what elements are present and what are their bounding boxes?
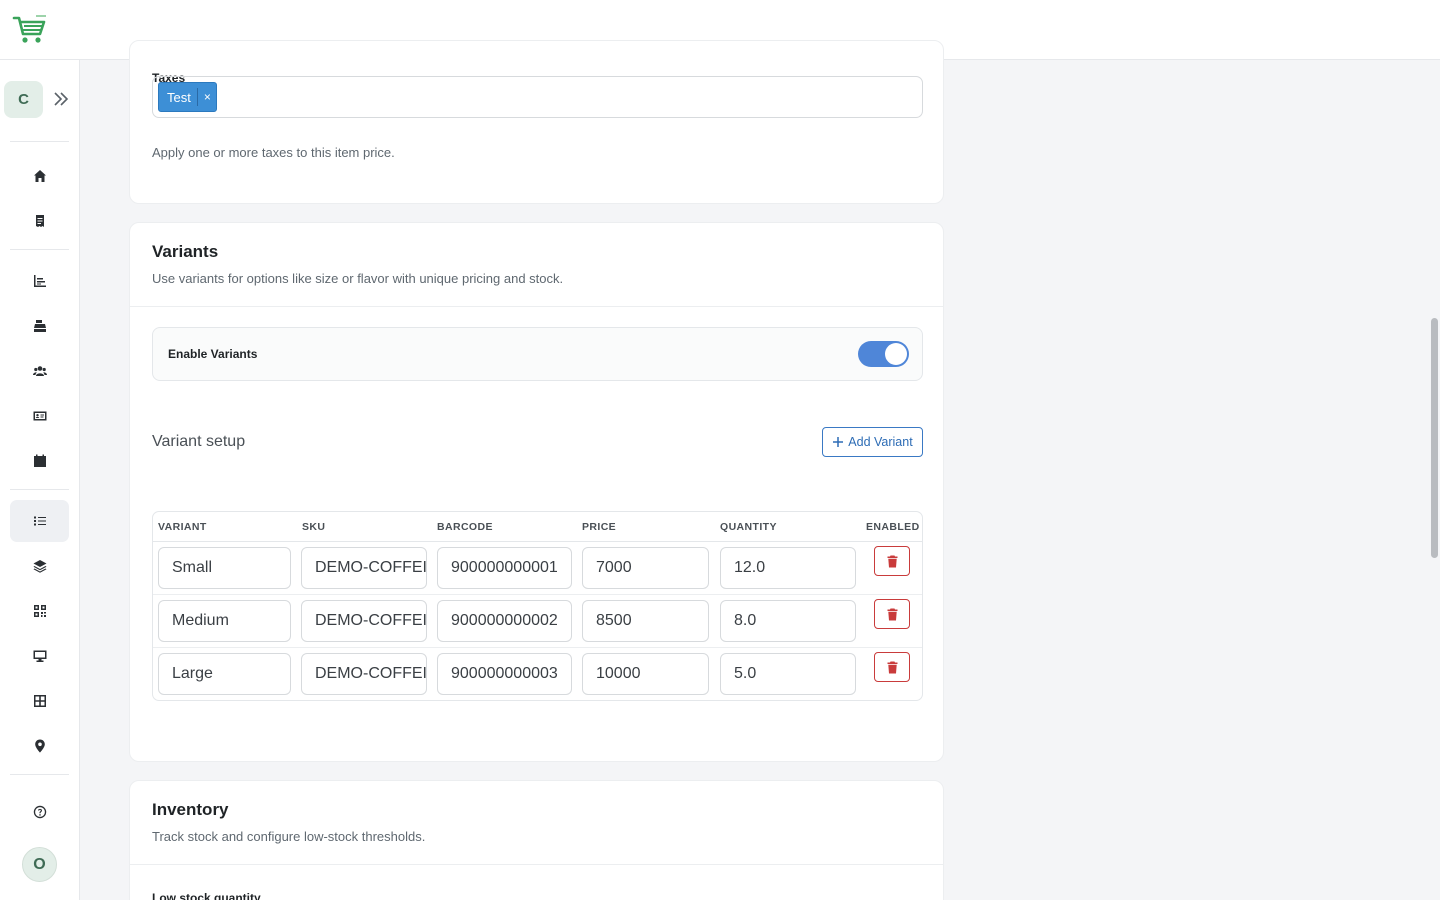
grid-icon: [33, 695, 46, 707]
sidebar-item-tables[interactable]: [10, 680, 69, 722]
id-card-icon: [33, 411, 46, 421]
taxes-multiselect[interactable]: Test ×: [152, 76, 923, 118]
variant-barcode-input[interactable]: 900000000002: [437, 600, 572, 642]
sidebar-item-customers[interactable]: [10, 350, 69, 392]
variant-quantity-input[interactable]: 12.0: [720, 547, 856, 589]
row-divider: [153, 594, 922, 595]
variants-card: Variants Use variants for options like s…: [129, 222, 944, 762]
variants-table: VARIANT SKU BARCODE PRICE QUANTITY ENABL…: [152, 511, 923, 701]
column-header: QUANTITY: [720, 521, 777, 533]
shopping-cart-logo-icon[interactable]: [12, 14, 48, 46]
sidebar-item-receipts[interactable]: [10, 200, 69, 242]
cash-register-icon: [33, 320, 46, 332]
toggle-knob: [885, 343, 907, 365]
enable-variants-label: Enable Variants: [168, 347, 258, 361]
pricing-card: Taxes Test × Apply one or more taxes to …: [129, 40, 944, 204]
column-header: SKU: [302, 521, 326, 533]
users-icon: [32, 366, 47, 376]
column-header: PRICE: [582, 521, 617, 533]
map-pin-icon: [34, 739, 45, 753]
trash-icon: [887, 555, 897, 567]
variant-sku-input[interactable]: DEMO-COFFEI: [301, 547, 427, 589]
variants-title: Variants: [152, 242, 219, 261]
variant-sku-input[interactable]: DEMO-COFFEI: [301, 653, 427, 695]
sidebar-item-register[interactable]: [10, 305, 69, 347]
sidebar-divider: [10, 249, 69, 250]
sidebar-divider: [10, 489, 69, 490]
variant-quantity-input[interactable]: 8.0: [720, 600, 856, 642]
variant-name-input[interactable]: Medium: [158, 600, 291, 642]
sidebar-item-categories[interactable]: [10, 545, 69, 587]
tag-remove-icon[interactable]: ×: [198, 90, 216, 104]
sidebar-item-locations[interactable]: [10, 725, 69, 767]
receipt-icon: [35, 215, 44, 227]
variant-price-input[interactable]: 10000: [582, 653, 709, 695]
taxes-help-text: Apply one or more taxes to this item pri…: [152, 145, 395, 160]
company-avatar[interactable]: C: [4, 81, 43, 118]
sidebar-divider: [10, 774, 69, 775]
delete-variant-button[interactable]: [874, 652, 910, 682]
delete-variant-button[interactable]: [874, 599, 910, 629]
sidebar-item-qr-codes[interactable]: [10, 590, 69, 632]
sidebar-item-employees[interactable]: [10, 395, 69, 437]
card-divider: [130, 864, 943, 865]
home-icon: [33, 170, 46, 182]
column-header: ENABLED: [866, 521, 920, 533]
variant-name-input[interactable]: Large: [158, 653, 291, 695]
help-circle-icon: [33, 805, 46, 819]
sidebar-divider: [10, 141, 69, 142]
user-avatar[interactable]: O: [22, 847, 57, 882]
enable-variants-row: Enable Variants: [152, 327, 923, 381]
variant-sku-input[interactable]: DEMO-COFFEI: [301, 600, 427, 642]
sidebar-item-calendar[interactable]: [10, 440, 69, 482]
table-header-divider: [153, 541, 922, 542]
monitor-icon: [33, 650, 46, 662]
add-variant-label: Add Variant: [848, 435, 913, 449]
sidebar-item-home[interactable]: [10, 155, 69, 197]
inventory-title: Inventory: [152, 800, 229, 819]
layers-icon: [33, 560, 46, 573]
tax-tag-label: Test: [167, 89, 191, 105]
column-header: BARCODE: [437, 521, 493, 533]
inventory-card: Inventory Track stock and configure low-…: [129, 780, 944, 900]
variant-price-input[interactable]: 8500: [582, 600, 709, 642]
tax-tag: Test ×: [158, 82, 217, 112]
variants-subtitle: Use variants for options like size or fl…: [152, 271, 564, 286]
enable-variants-toggle[interactable]: [858, 341, 909, 367]
calendar-icon: [33, 454, 46, 467]
variant-price-input[interactable]: 7000: [582, 547, 709, 589]
bar-chart-icon: [33, 275, 46, 287]
low-stock-label: Low stock quantity: [152, 891, 261, 900]
sidebar: C O: [0, 60, 80, 900]
variant-barcode-input[interactable]: 900000000003: [437, 653, 572, 695]
trash-icon: [887, 661, 897, 673]
variant-setup-heading: Variant setup: [152, 433, 246, 450]
variant-quantity-input[interactable]: 5.0: [720, 653, 856, 695]
delete-variant-button[interactable]: [874, 546, 910, 576]
add-variant-button[interactable]: Add Variant: [822, 427, 923, 457]
list-icon: [33, 516, 46, 526]
row-divider: [153, 647, 922, 648]
page-scrollbar[interactable]: [1431, 318, 1438, 558]
card-divider: [130, 306, 943, 307]
chevrons-right-icon[interactable]: [52, 90, 70, 108]
trash-icon: [887, 608, 897, 620]
sidebar-item-help[interactable]: [10, 791, 69, 833]
column-header: VARIANT: [158, 521, 207, 533]
inventory-subtitle: Track stock and configure low-stock thre…: [152, 829, 426, 844]
sidebar-item-items[interactable]: [10, 500, 69, 542]
qrcode-icon: [33, 605, 46, 617]
plus-icon: [833, 437, 844, 447]
variant-barcode-input[interactable]: 900000000001: [437, 547, 572, 589]
variant-name-input[interactable]: Small: [158, 547, 291, 589]
sidebar-item-devices[interactable]: [10, 635, 69, 677]
sidebar-item-reports[interactable]: [10, 260, 69, 302]
